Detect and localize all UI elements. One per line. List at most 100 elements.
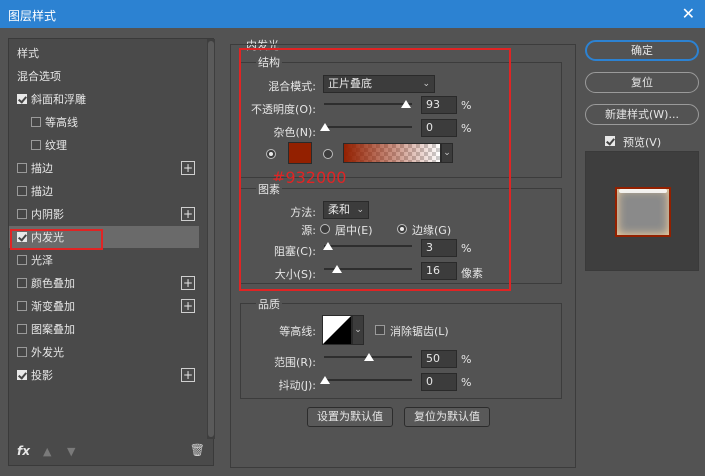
blend-options-item[interactable]: 混合选项 <box>9 65 199 87</box>
method-label: 方法: <box>290 206 316 219</box>
scrollbar-thumb[interactable] <box>208 41 214 437</box>
gradient-chevron-down-icon[interactable]: ⌄ <box>441 143 453 163</box>
jitter-slider-track[interactable] <box>324 379 412 381</box>
style-item-bevel-emboss[interactable]: 斜面和浮雕 <box>9 88 199 110</box>
close-icon[interactable]: ✕ <box>682 4 695 23</box>
range-slider-thumb[interactable] <box>364 353 374 361</box>
choke-input[interactable]: 3 <box>421 239 457 257</box>
method-select[interactable]: 柔和 ⌄ <box>323 201 369 219</box>
drop-shadow-checkbox[interactable] <box>17 370 27 380</box>
range-label: 范围(R): <box>274 356 316 369</box>
jitter-unit: % <box>461 376 472 389</box>
glow-color-swatch[interactable] <box>288 142 312 164</box>
add-inner-shadow-icon[interactable]: + <box>181 207 195 221</box>
style-item-stroke-2[interactable]: 描边 <box>9 180 199 202</box>
stroke-1-checkbox[interactable] <box>17 163 27 173</box>
chevron-down-icon: ⌄ <box>356 205 364 215</box>
opacity-input[interactable]: 93 <box>421 96 457 114</box>
style-item-inner-shadow[interactable]: 内阴影 + <box>9 203 199 225</box>
style-item-texture[interactable]: 纹理 <box>9 134 199 156</box>
range-input[interactable]: 50 <box>421 350 457 368</box>
inner-shadow-checkbox[interactable] <box>17 209 27 219</box>
stroke-2-checkbox[interactable] <box>17 186 27 196</box>
style-item-stroke-1[interactable]: 描边 + <box>9 157 199 179</box>
jitter-slider-thumb[interactable] <box>320 376 330 384</box>
solid-color-radio[interactable] <box>266 149 276 159</box>
color-overlay-checkbox[interactable] <box>17 278 27 288</box>
chevron-down-icon: ⌄ <box>422 79 430 89</box>
opacity-slider-track[interactable] <box>324 103 412 105</box>
style-item-drop-shadow[interactable]: 投影 + <box>9 364 199 386</box>
styles-scrollbar[interactable] <box>207 39 215 439</box>
reset-default-button[interactable]: 复位为默认值 <box>404 407 490 427</box>
preview-square <box>615 187 671 237</box>
quality-title: 品质 <box>256 296 282 312</box>
window-title: 图层样式 <box>8 9 57 23</box>
ok-button[interactable]: 确定 <box>585 40 699 61</box>
pattern-overlay-checkbox[interactable] <box>17 324 27 334</box>
satin-checkbox[interactable] <box>17 255 27 265</box>
preview-checkbox[interactable] <box>605 136 615 146</box>
inner-glow-checkbox[interactable] <box>17 232 27 242</box>
style-item-contour[interactable]: 等高线 <box>9 111 199 133</box>
anti-alias-label: 消除锯齿(L) <box>390 325 449 338</box>
choke-unit: % <box>461 242 472 255</box>
title-bar: 图层样式 ✕ <box>0 0 705 28</box>
gradient-overlay-checkbox[interactable] <box>17 301 27 311</box>
anti-alias-checkbox[interactable] <box>375 325 385 335</box>
style-item-pattern-overlay[interactable]: 图案叠加 <box>9 318 199 340</box>
source-edge-radio[interactable] <box>397 224 407 234</box>
new-style-button[interactable]: 新建样式(W)... <box>585 104 699 125</box>
opacity-slider-thumb[interactable] <box>401 100 411 108</box>
size-label: 大小(S): <box>274 268 316 281</box>
preview-label: 预览(V) <box>623 136 662 149</box>
move-down-icon[interactable]: ▼ <box>67 445 75 458</box>
styles-header[interactable]: 样式 <box>9 42 199 64</box>
styles-list-panel: 样式 混合选项 斜面和浮雕 等高线 纹理 描边 + 描边 内阴影 + 内发光 光… <box>8 38 215 466</box>
noise-slider-track[interactable] <box>324 126 412 128</box>
color-hex-annotation: #932000 <box>272 168 347 187</box>
add-gradient-overlay-icon[interactable]: + <box>181 299 195 313</box>
contour-checkbox[interactable] <box>31 117 41 127</box>
add-drop-shadow-icon[interactable]: + <box>181 368 195 382</box>
style-item-outer-glow[interactable]: 外发光 <box>9 341 199 363</box>
reset-button[interactable]: 复位 <box>585 72 699 93</box>
add-color-overlay-icon[interactable]: + <box>181 276 195 290</box>
contour-picker[interactable] <box>322 315 352 345</box>
gradient-radio[interactable] <box>323 149 333 159</box>
glow-gradient-picker[interactable] <box>343 143 441 163</box>
add-stroke-icon[interactable]: + <box>181 161 195 175</box>
noise-input[interactable]: 0 <box>421 119 457 137</box>
noise-label: 杂色(N): <box>273 126 316 139</box>
style-item-gradient-overlay[interactable]: 渐变叠加 + <box>9 295 199 317</box>
source-edge-label: 边缘(G) <box>412 224 452 237</box>
set-default-button[interactable]: 设置为默认值 <box>307 407 393 427</box>
noise-unit: % <box>461 122 472 135</box>
texture-checkbox[interactable] <box>31 140 41 150</box>
jitter-input[interactable]: 0 <box>421 373 457 391</box>
style-item-color-overlay[interactable]: 颜色叠加 + <box>9 272 199 294</box>
choke-slider-thumb[interactable] <box>323 242 333 250</box>
bevel-emboss-checkbox[interactable] <box>17 94 27 104</box>
contour-label: 等高线: <box>279 325 316 338</box>
source-center-radio[interactable] <box>320 224 330 234</box>
source-label: 源: <box>301 224 316 237</box>
noise-slider-thumb[interactable] <box>320 123 330 131</box>
blend-mode-select[interactable]: 正片叠底 ⌄ <box>323 75 435 93</box>
fx-icon[interactable]: fx <box>17 444 30 458</box>
size-input[interactable]: 16 <box>421 262 457 280</box>
choke-slider-track[interactable] <box>324 245 412 247</box>
outer-glow-checkbox[interactable] <box>17 347 27 357</box>
size-slider-thumb[interactable] <box>332 265 342 273</box>
opacity-unit: % <box>461 99 472 112</box>
styles-footer: fx ▲ ▼ 🗑 <box>9 439 213 465</box>
style-item-inner-glow[interactable]: 内发光 <box>9 226 199 248</box>
trash-icon[interactable]: 🗑 <box>190 443 205 457</box>
move-up-icon[interactable]: ▲ <box>43 445 51 458</box>
range-unit: % <box>461 353 472 366</box>
contour-chevron-down-icon[interactable]: ⌄ <box>352 315 364 345</box>
contour-curve-icon <box>323 316 351 344</box>
jitter-label: 抖动(J): <box>278 379 316 392</box>
style-item-satin[interactable]: 光泽 <box>9 249 199 271</box>
elements-title: 图素 <box>256 181 282 197</box>
